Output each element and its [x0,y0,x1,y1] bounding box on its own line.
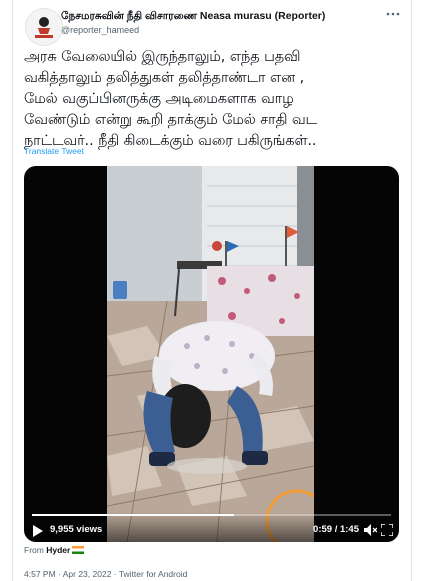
video-time: 0:59 / 1:45 [313,524,359,535]
video-controls: 9,955 views 0:59 / 1:45 [24,512,399,542]
from-label: From [24,545,44,555]
video-progress-bar[interactable] [32,514,391,516]
india-flag-icon [72,546,85,554]
video-progress-fill [32,514,234,516]
tweet-text: அரசு வேலையில் இருந்தாலும், எந்த பதவி வகி… [24,49,317,149]
avatar[interactable] [25,8,63,46]
play-icon[interactable] [33,524,43,537]
from-user-link[interactable]: Hyder [46,545,70,555]
fullscreen-icon[interactable] [380,523,394,537]
more-icon[interactable] [385,6,401,25]
video-player[interactable]: 9,955 views 0:59 / 1:45 [24,166,399,542]
view-count: 9,955 views [50,524,103,535]
mute-icon[interactable] [364,523,378,536]
tweet-card: நேசமரசுவின் நீதி விசாரணை Neasa murasu (R… [12,0,412,581]
tweet-timestamp[interactable]: 4:57 PM · Apr 23, 2022 · Twitter for And… [24,569,187,579]
user-handle[interactable]: @reporter_hameed [61,25,139,35]
video-frame [107,166,314,542]
translate-tweet-link[interactable]: Translate Tweet [24,146,84,156]
from-attribution: From Hyder [24,545,85,555]
display-name[interactable]: நேசமரசுவின் நீதி விசாரணை Neasa murasu (R… [61,10,325,23]
avatar-logo-image [26,9,62,45]
